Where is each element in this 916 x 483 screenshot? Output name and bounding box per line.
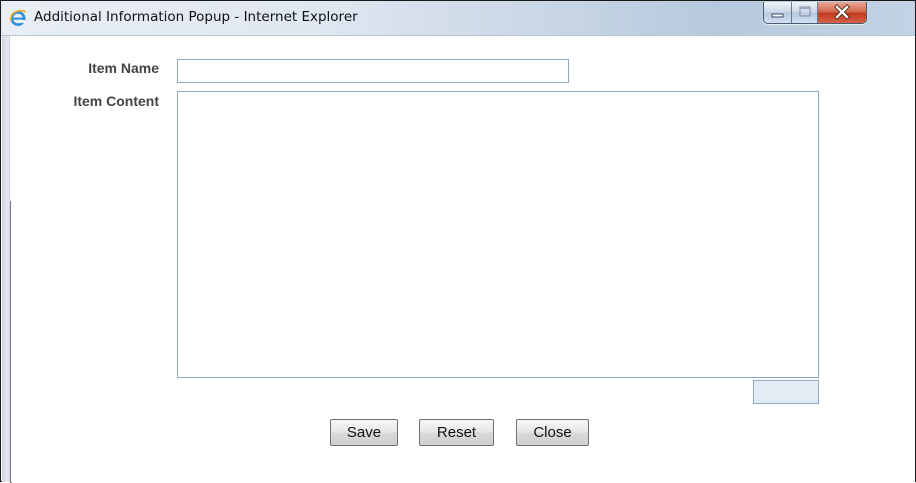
window-title: Additional Information Popup - Internet …: [34, 9, 358, 25]
close-button[interactable]: Close: [516, 419, 589, 446]
window-frame-left: [2, 36, 10, 482]
form-area: Item Name Item Content Save Reset Close: [11, 36, 915, 482]
popup-window: Additional Information Popup - Internet …: [0, 0, 916, 483]
item-content-textarea[interactable]: [177, 91, 819, 378]
item-name-label: Item Name: [88, 60, 159, 76]
window-controls: [763, 2, 867, 24]
minimize-button[interactable]: [764, 2, 792, 23]
character-counter-field: [753, 380, 819, 404]
close-window-button[interactable]: [818, 2, 866, 23]
internet-explorer-icon: [9, 9, 27, 27]
item-content-label: Item Content: [73, 93, 159, 109]
title-bar[interactable]: Additional Information Popup - Internet …: [1, 1, 915, 36]
item-name-input[interactable]: [177, 59, 569, 83]
reset-button[interactable]: Reset: [419, 419, 494, 446]
maximize-button[interactable]: [792, 2, 818, 23]
save-button[interactable]: Save: [330, 419, 398, 446]
